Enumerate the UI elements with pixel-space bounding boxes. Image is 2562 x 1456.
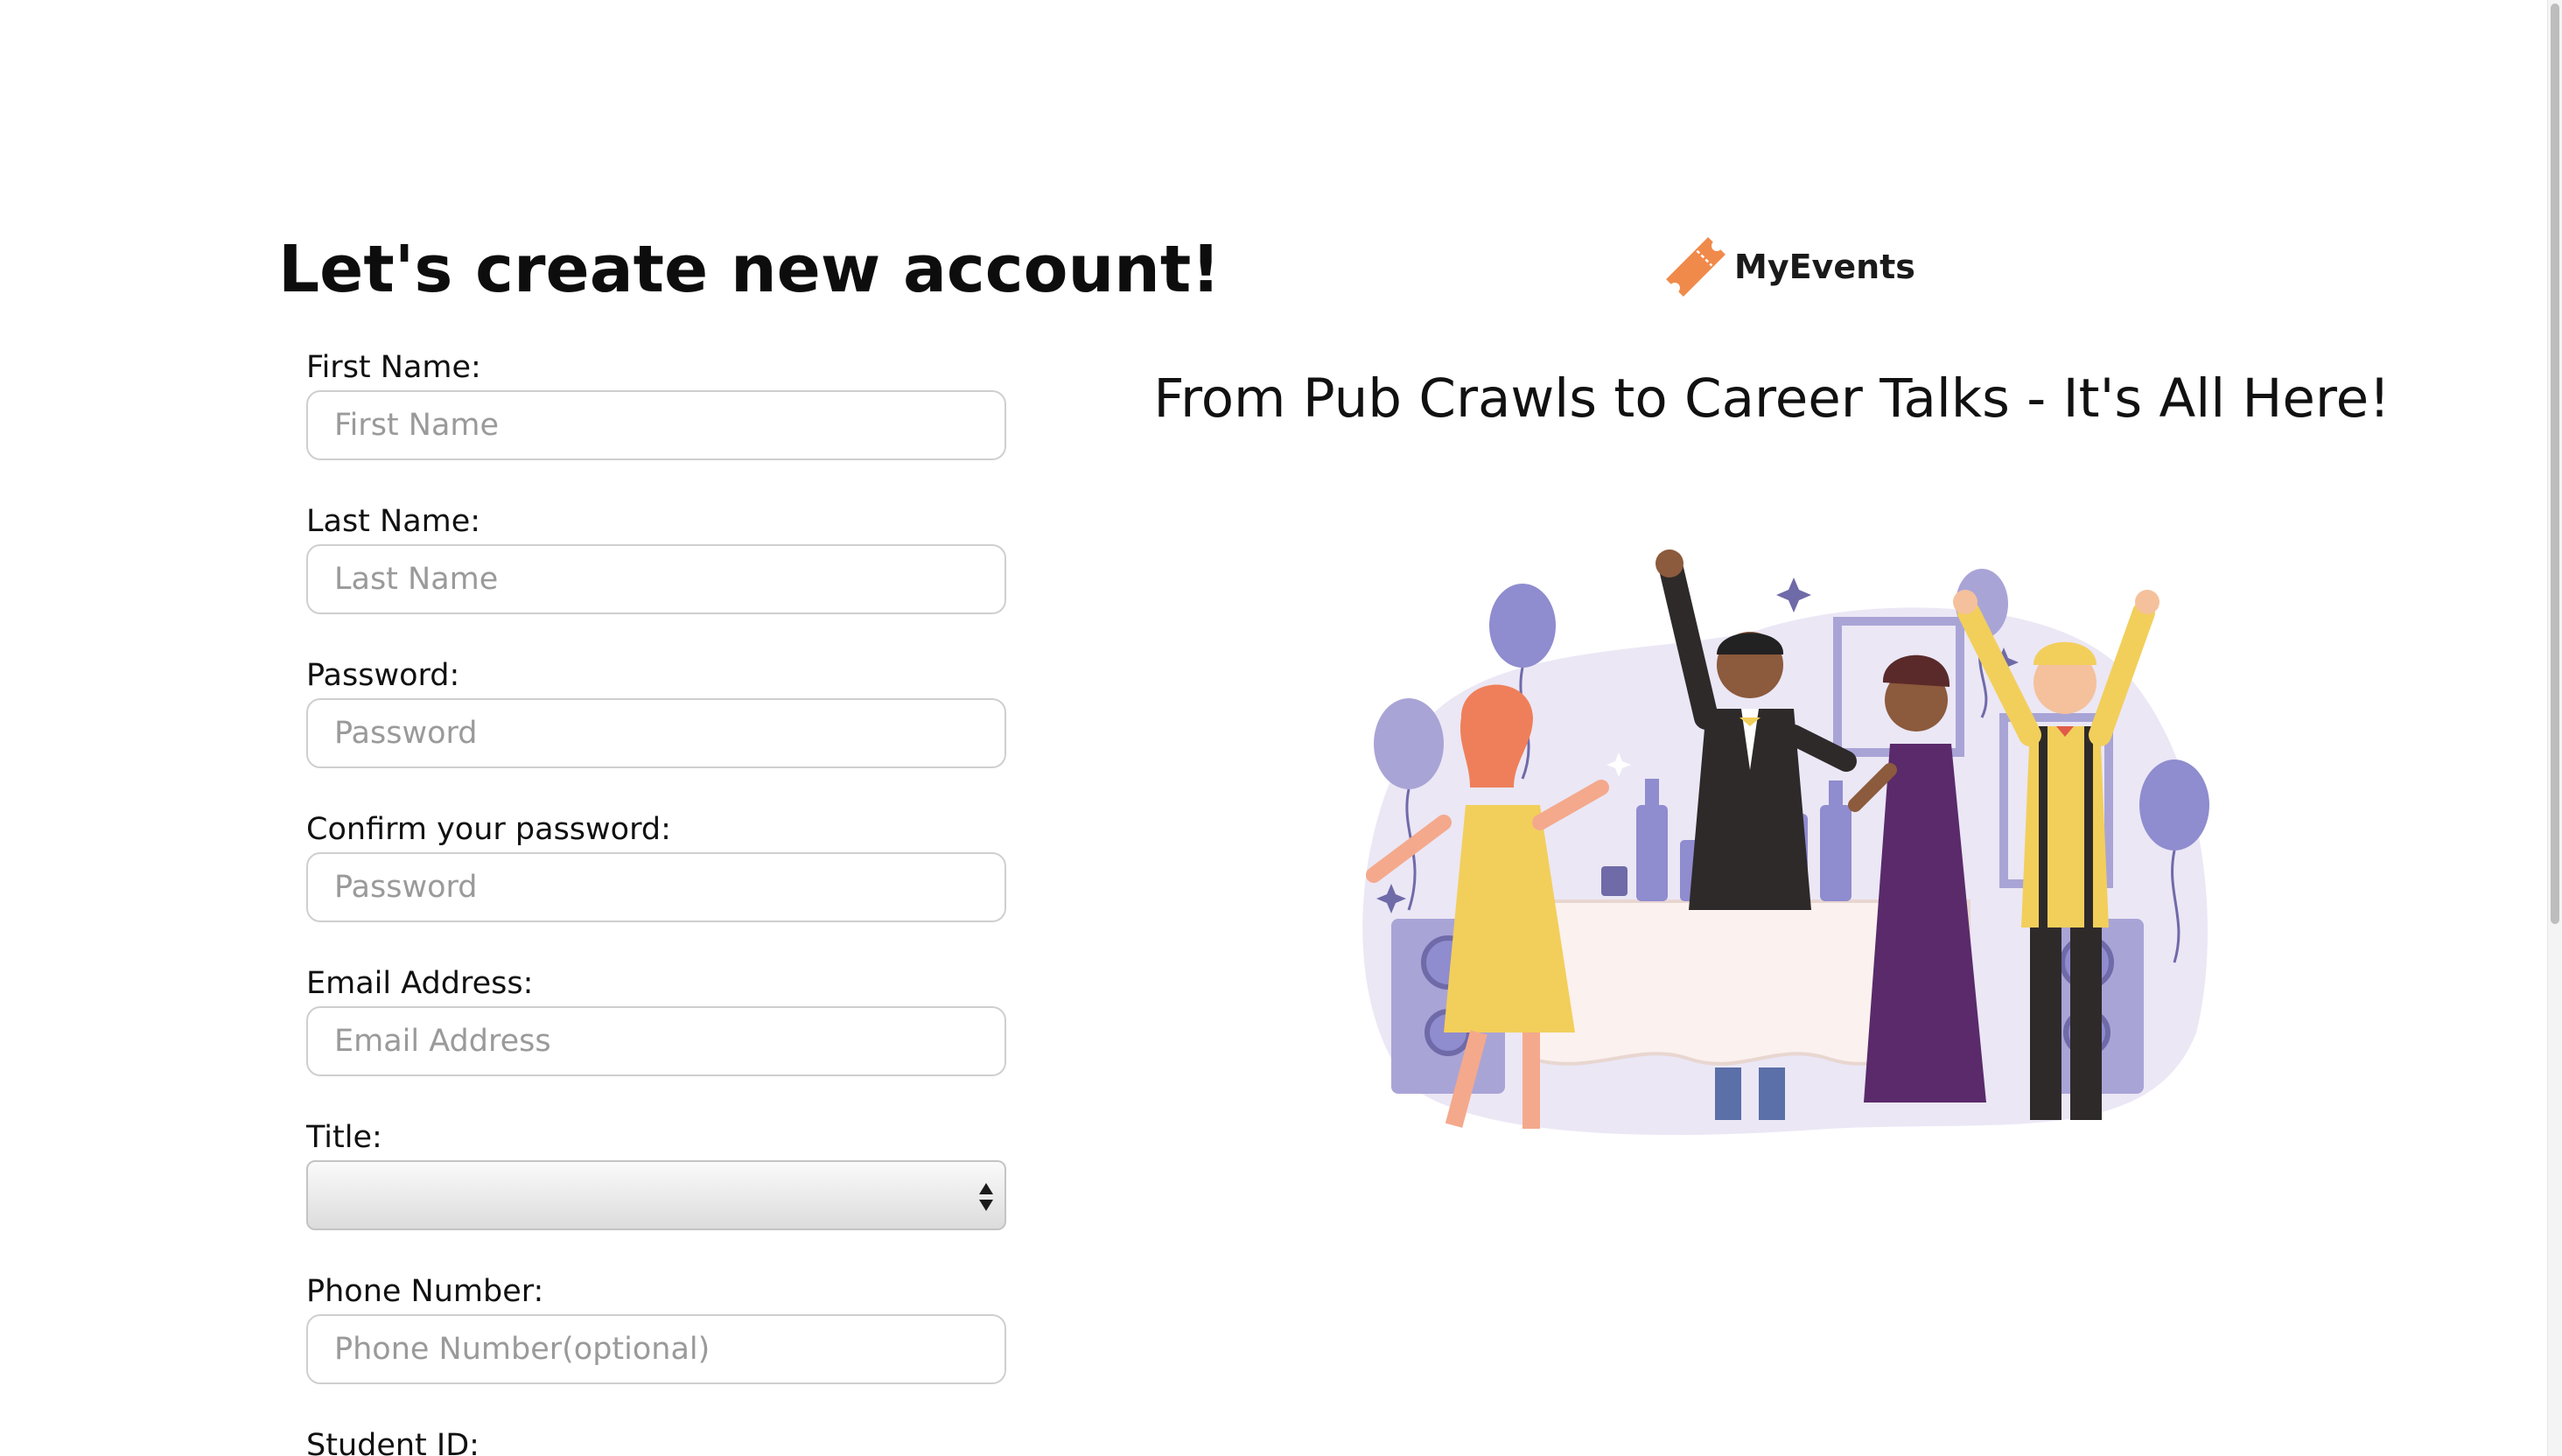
confirm-password-label: Confirm your password:: [306, 812, 671, 847]
tagline: From Pub Crawls to Career Talks - It's A…: [1153, 368, 2390, 430]
title-select[interactable]: [306, 1160, 1006, 1230]
signup-form-column: Let's create new account! First Name: La…: [278, 226, 1221, 1456]
ticket-icon: [1666, 237, 1726, 297]
confirm-password-field: Confirm your password:: [306, 810, 1006, 922]
brand-name: MyEvents: [1734, 248, 1915, 286]
last-name-label: Last Name:: [306, 504, 481, 539]
party-illustration: [1362, 550, 2209, 1136]
email-input[interactable]: [306, 1006, 1006, 1076]
password-label: Password:: [306, 658, 460, 693]
phone-label: Phone Number:: [306, 1274, 544, 1309]
first-name-field: First Name:: [306, 348, 1006, 460]
confirm-password-input[interactable]: [306, 852, 1006, 922]
phone-field: Phone Number:: [306, 1272, 1006, 1384]
brand-logo[interactable]: MyEvents: [1659, 228, 1915, 306]
email-field: Email Address:: [306, 964, 1006, 1076]
select-arrows-icon: [979, 1183, 993, 1211]
first-name-label: First Name:: [306, 350, 481, 385]
email-label: Email Address:: [306, 966, 534, 1001]
vertical-scrollbar[interactable]: [2547, 0, 2562, 1456]
title-field: Title:: [306, 1118, 1006, 1230]
student-id-label: Student ID:: [306, 1428, 480, 1456]
scrollbar-thumb[interactable]: [2551, 4, 2559, 924]
page-title: Let's create new account!: [278, 232, 1221, 307]
password-input[interactable]: [306, 698, 1006, 768]
title-label: Title:: [306, 1120, 382, 1155]
signup-page: Let's create new account! First Name: La…: [0, 0, 2562, 1456]
first-name-input[interactable]: [306, 390, 1006, 460]
password-field: Password:: [306, 656, 1006, 768]
student-id-field: Student ID:: [306, 1426, 1006, 1456]
last-name-input[interactable]: [306, 544, 1006, 614]
last-name-field: Last Name:: [306, 502, 1006, 614]
phone-input[interactable]: [306, 1314, 1006, 1384]
